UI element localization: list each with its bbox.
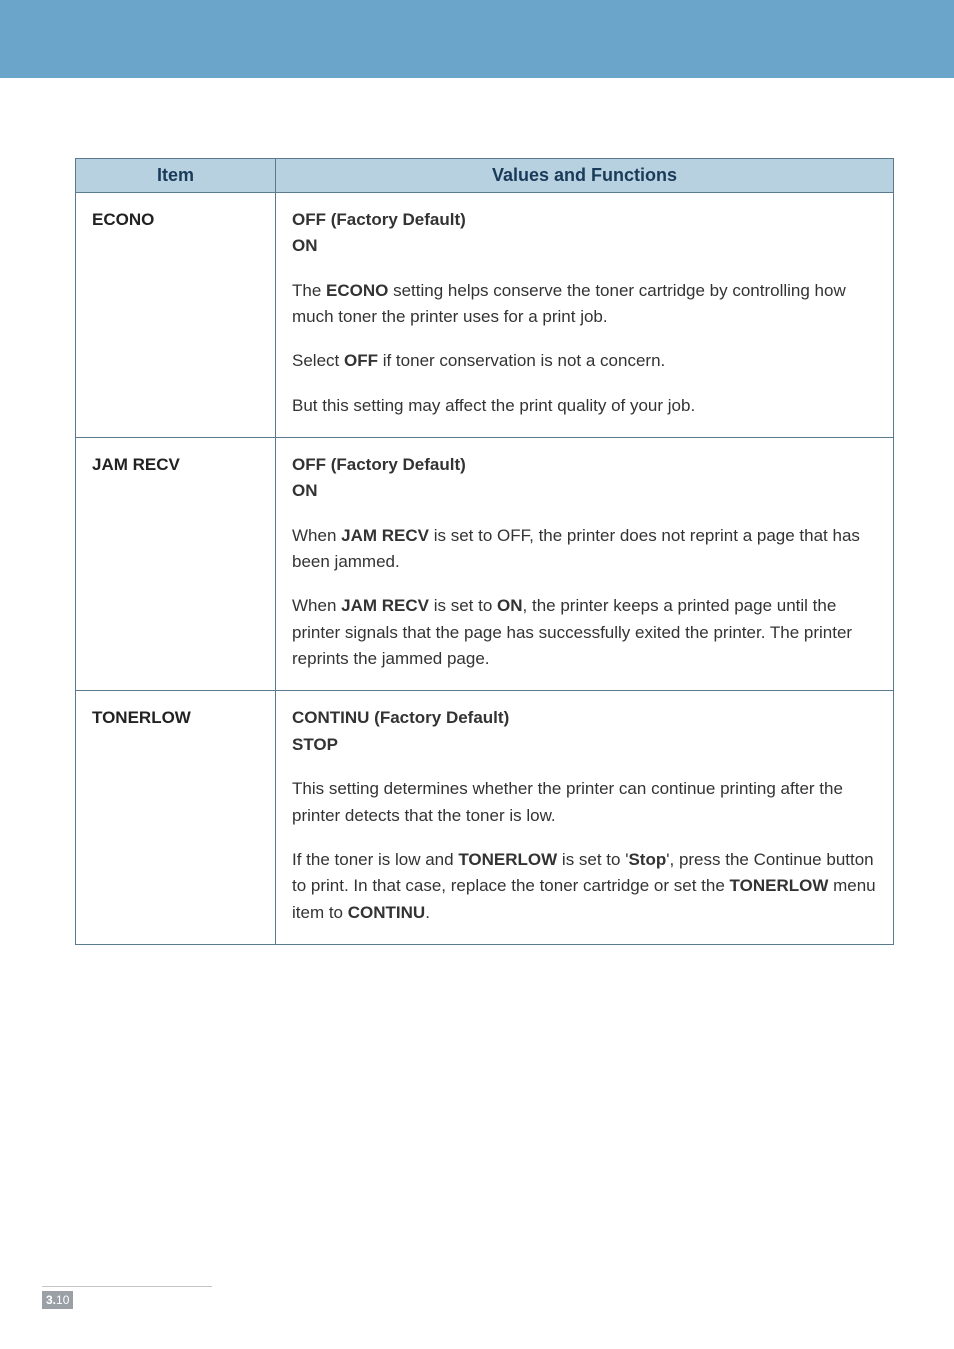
paragraph: If the toner is low and TONERLOW is set … xyxy=(292,847,877,926)
row-label: JAM RECV xyxy=(76,438,276,691)
row-label: TONERLOW xyxy=(76,691,276,944)
row-label: ECONO xyxy=(76,193,276,438)
row-values: CONTINU (Factory Default)STOP This settin… xyxy=(276,691,894,944)
page-number: 3.10 xyxy=(42,1291,73,1309)
row-values: OFF (Factory Default)ON The ECONO setting… xyxy=(276,193,894,438)
settings-table: Item Values and Functions ECONOOFF (Fact… xyxy=(75,158,894,945)
table-row: JAM RECV OFF (Factory Default)ON When JAM … xyxy=(76,438,894,691)
paragraph: The ECONO setting helps conserve the ton… xyxy=(292,278,877,331)
top-banner xyxy=(0,0,954,78)
header-item: Item xyxy=(76,159,276,193)
table-row: TONERLOW CONTINU (Factory Default)STOP Thi… xyxy=(76,691,894,944)
footer-rule xyxy=(42,1286,212,1287)
paragraph: OFF (Factory Default)ON xyxy=(292,207,877,260)
paragraph: This setting determines whether the prin… xyxy=(292,776,877,829)
paragraph: But this setting may affect the print qu… xyxy=(292,393,877,419)
paragraph: When JAM RECV is set to ON, the printer … xyxy=(292,593,877,672)
row-values: OFF (Factory Default)ON When JAM RECV is … xyxy=(276,438,894,691)
paragraph: Select OFF if toner conservation is not … xyxy=(292,348,877,374)
paragraph: CONTINU (Factory Default)STOP xyxy=(292,705,877,758)
page-footer: 3.10 xyxy=(42,1286,212,1309)
table-body: ECONO OFF (Factory Default)ON The ECONO se… xyxy=(76,193,894,945)
page-content: Item Values and Functions ECONOOFF (Fact… xyxy=(0,78,954,945)
paragraph: OFF (Factory Default)ON xyxy=(292,452,877,505)
table-row: ECONO OFF (Factory Default)ON The ECONO se… xyxy=(76,193,894,438)
header-values: Values and Functions xyxy=(276,159,894,193)
paragraph: When JAM RECV is set to OFF, the printer… xyxy=(292,523,877,576)
